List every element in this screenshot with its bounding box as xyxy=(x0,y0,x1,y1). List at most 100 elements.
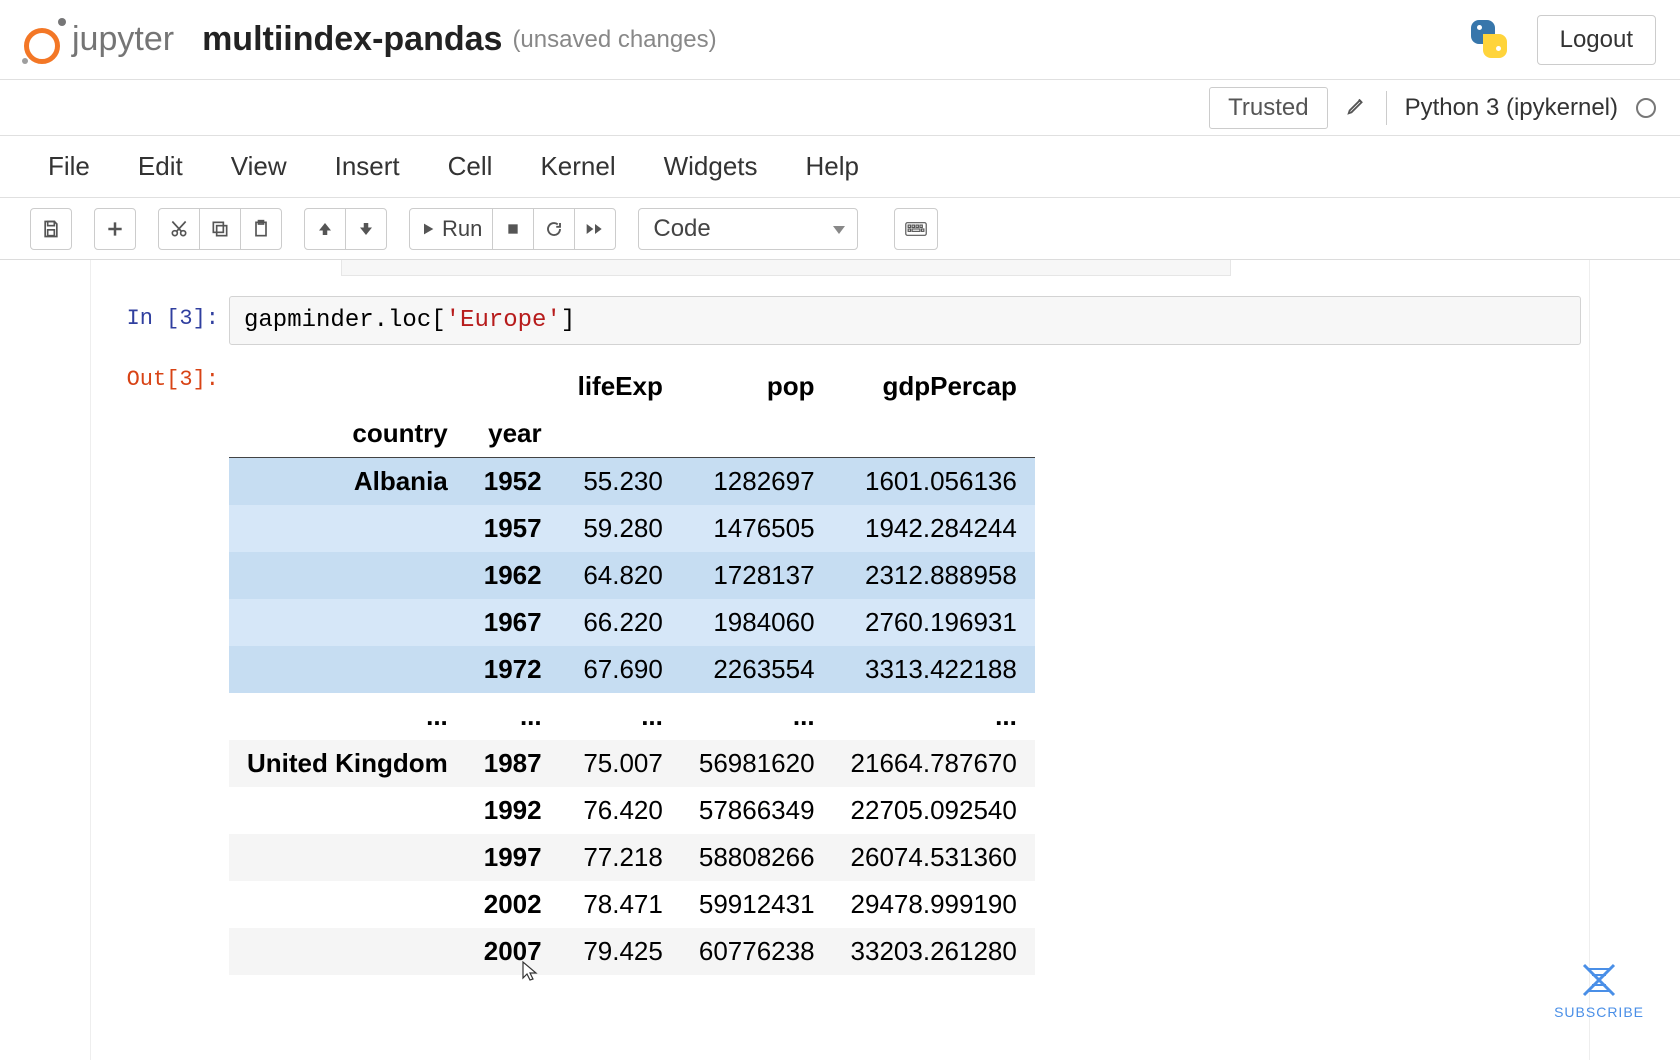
cell-country xyxy=(229,505,466,552)
copy-button[interactable] xyxy=(199,208,241,250)
app-name: jupyter xyxy=(72,20,174,59)
cell-gdpPercap: 3313.422188 xyxy=(833,646,1035,693)
restart-button[interactable] xyxy=(533,208,575,250)
command-palette-button[interactable] xyxy=(894,208,938,250)
table-row: ............... xyxy=(229,693,1035,740)
menu-widgets[interactable]: Widgets xyxy=(664,151,758,182)
table-row: 195759.28014765051942.284244 xyxy=(229,505,1035,552)
restart-run-all-button[interactable] xyxy=(574,208,616,250)
output-cell: Out[3]: lifeExp pop gdpPercap country ye… xyxy=(91,351,1589,981)
cell-lifeExp: 77.218 xyxy=(560,834,681,881)
add-cell-button[interactable] xyxy=(94,208,136,250)
trusted-indicator[interactable]: Trusted xyxy=(1209,87,1327,129)
menu-help[interactable]: Help xyxy=(806,151,859,182)
paste-button[interactable] xyxy=(240,208,282,250)
code-cell[interactable]: In [3]: gapminder.loc['Europe'] xyxy=(91,290,1589,351)
cell-country xyxy=(229,787,466,834)
cell-gdpPercap: 2760.196931 xyxy=(833,599,1035,646)
document-title[interactable]: multiindex-pandas xyxy=(202,20,502,59)
out-prompt: Out[3]: xyxy=(99,357,229,975)
notebook[interactable]: In [3]: gapminder.loc['Europe'] Out[3]: … xyxy=(90,260,1590,1060)
cell-country: Albania xyxy=(229,458,466,506)
idx-country: country xyxy=(229,410,466,458)
cell-gdpPercap: 21664.787670 xyxy=(833,740,1035,787)
move-group xyxy=(304,208,387,250)
cell-pop: 56981620 xyxy=(681,740,833,787)
in-prompt: In [3]: xyxy=(99,296,229,345)
kernel-status-icon xyxy=(1636,98,1656,118)
table-row: Albania195255.23012826971601.056136 xyxy=(229,458,1035,506)
cell-pop: 59912431 xyxy=(681,881,833,928)
menu-file[interactable]: File xyxy=(48,151,90,182)
cell-pop: 1282697 xyxy=(681,458,833,506)
table-row: 199276.4205786634922705.092540 xyxy=(229,787,1035,834)
python-logo-icon xyxy=(1465,16,1513,64)
interrupt-button[interactable] xyxy=(492,208,534,250)
cut-button[interactable] xyxy=(158,208,200,250)
cell-year: 1992 xyxy=(466,787,560,834)
table-row: 197267.69022635543313.422188 xyxy=(229,646,1035,693)
menu-insert[interactable]: Insert xyxy=(335,151,400,182)
run-label: Run xyxy=(442,216,482,242)
cell-gdpPercap: 2312.888958 xyxy=(833,552,1035,599)
cell-year: 1987 xyxy=(466,740,560,787)
menu-bar: File Edit View Insert Cell Kernel Widget… xyxy=(0,136,1680,198)
subscribe-label: SUBSCRIBE xyxy=(1554,1004,1644,1020)
menu-kernel[interactable]: Kernel xyxy=(540,151,615,182)
dna-icon xyxy=(1574,960,1624,1000)
logout-button[interactable]: Logout xyxy=(1537,15,1656,65)
cell-gdpPercap: 1942.284244 xyxy=(833,505,1035,552)
cell-type-select[interactable]: Code xyxy=(638,208,858,250)
menu-view[interactable]: View xyxy=(231,151,287,182)
cell-lifeExp: 79.425 xyxy=(560,928,681,975)
move-up-button[interactable] xyxy=(304,208,346,250)
jupyter-logo[interactable]: jupyter xyxy=(24,16,174,64)
cell-year: 1952 xyxy=(466,458,560,506)
save-button[interactable] xyxy=(30,208,72,250)
subscribe-badge[interactable]: SUBSCRIBE xyxy=(1554,960,1644,1020)
col-gdpPercap: gdpPercap xyxy=(833,363,1035,410)
cell-gdpPercap: 33203.261280 xyxy=(833,928,1035,975)
cell-pop: 60776238 xyxy=(681,928,833,975)
cut-copy-paste-group xyxy=(158,208,282,250)
cell-lifeExp: 76.420 xyxy=(560,787,681,834)
cell-country xyxy=(229,928,466,975)
code-input[interactable]: gapminder.loc['Europe'] xyxy=(229,296,1581,345)
menu-edit[interactable]: Edit xyxy=(138,151,183,182)
table-row: United Kingdom198775.0075698162021664.78… xyxy=(229,740,1035,787)
cell-gdpPercap: 29478.999190 xyxy=(833,881,1035,928)
cell-pop: 57866349 xyxy=(681,787,833,834)
cell-lifeExp: 78.471 xyxy=(560,881,681,928)
kernel-name[interactable]: Python 3 (ipykernel) xyxy=(1405,94,1618,122)
index-names-row: country year xyxy=(229,410,1035,458)
cell-year: 1972 xyxy=(466,646,560,693)
cell-country xyxy=(229,646,466,693)
col-pop: pop xyxy=(681,363,833,410)
cell-lifeExp: 67.690 xyxy=(560,646,681,693)
cell-gdpPercap: 1601.056136 xyxy=(833,458,1035,506)
cell-pop: 58808266 xyxy=(681,834,833,881)
cell-country xyxy=(229,834,466,881)
run-button[interactable]: Run xyxy=(409,208,493,250)
cell-country xyxy=(229,599,466,646)
move-down-button[interactable] xyxy=(345,208,387,250)
header: jupyter multiindex-pandas (unsaved chang… xyxy=(0,0,1680,80)
output-area: lifeExp pop gdpPercap country year Alban… xyxy=(229,357,1581,975)
table-row: 196264.82017281372312.888958 xyxy=(229,552,1035,599)
cell-lifeExp: 59.280 xyxy=(560,505,681,552)
toolbar: Run Code xyxy=(0,198,1680,260)
cell-lifeExp: 55.230 xyxy=(560,458,681,506)
cell-year: 1962 xyxy=(466,552,560,599)
table-row: 196766.22019840602760.196931 xyxy=(229,599,1035,646)
cell-pop: 1984060 xyxy=(681,599,833,646)
cell-pop: 1728137 xyxy=(681,552,833,599)
cell-gdpPercap: 22705.092540 xyxy=(833,787,1035,834)
menu-cell[interactable]: Cell xyxy=(448,151,493,182)
cell-country: United Kingdom xyxy=(229,740,466,787)
cell-lifeExp: 66.220 xyxy=(560,599,681,646)
cell-lifeExp: 75.007 xyxy=(560,740,681,787)
dataframe-table: lifeExp pop gdpPercap country year Alban… xyxy=(229,363,1035,975)
edit-icon[interactable] xyxy=(1346,94,1368,122)
cell-year: 2007 xyxy=(466,928,560,975)
cell-year: 1997 xyxy=(466,834,560,881)
